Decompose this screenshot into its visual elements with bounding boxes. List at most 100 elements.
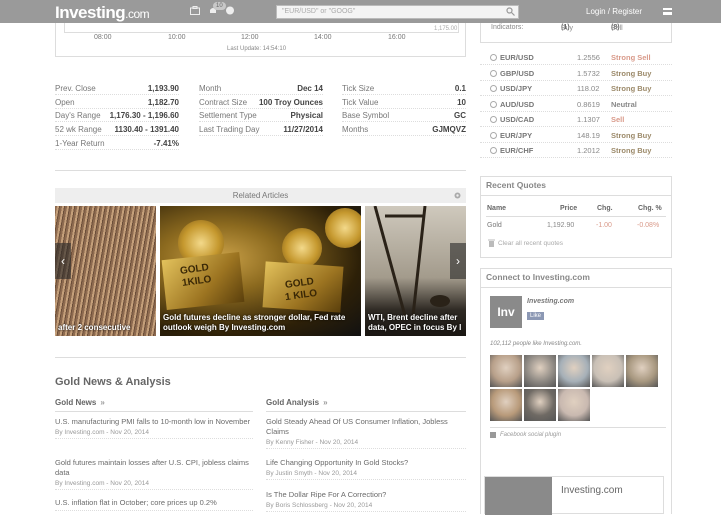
pair-name[interactable]: EUR/USD (500, 53, 534, 62)
stat-label: 1-Year Return (55, 139, 105, 148)
trash-icon[interactable] (488, 239, 495, 247)
analysis-item[interactable]: Gold Steady Ahead Of US Consumer Inflati… (266, 417, 466, 449)
fb-friend-avatar[interactable] (524, 355, 556, 387)
chart-time-tick: 08:00 (94, 34, 112, 41)
fb-page-preview[interactable]: Investing.com (484, 476, 664, 515)
pair-name[interactable]: USD/JPY (500, 84, 532, 93)
clock-icon (490, 85, 497, 92)
stat-value: 1,182.70 (147, 98, 179, 107)
pair-name[interactable]: EUR/CHF (500, 146, 533, 155)
pair-name[interactable]: USD/CAD (500, 115, 534, 124)
gold-coin-image (325, 208, 361, 248)
analysis-meta: By Justin Smyth - Nov 20, 2014 (266, 470, 358, 477)
analysis-title[interactable]: Life Changing Opportunity In Gold Stocks… (266, 458, 466, 468)
pair-name[interactable]: AUD/USD (500, 100, 534, 109)
news-title[interactable]: Gold futures maintain losses after U.S. … (55, 458, 253, 478)
stat-value: Physical (290, 111, 323, 120)
login-register-link[interactable]: Login / Register (586, 7, 642, 16)
search-input[interactable]: "EUR/USD" or "GOOG" (276, 5, 519, 19)
clock-icon (490, 54, 497, 61)
quote-name[interactable]: Gold (487, 222, 502, 229)
pair-price: 1.1307 (577, 115, 600, 124)
indicators-label: Indicators: (491, 24, 524, 31)
fb-friend-avatar[interactable] (490, 389, 522, 421)
chart-time-tick: 14:00 (314, 34, 332, 41)
menu-icon[interactable] (663, 8, 672, 15)
fb-page-name[interactable]: Investing.com (527, 298, 574, 305)
pair-name[interactable]: EUR/JPY (500, 131, 532, 140)
stat-label: Month (199, 84, 222, 93)
gold-news-link[interactable]: Gold News» (55, 398, 105, 407)
col-header: Name (487, 205, 507, 212)
notification-badge: 10 (213, 2, 226, 10)
news-item[interactable]: U.S. inflation flat in October; core pri… (55, 498, 253, 511)
fb-friend-avatar[interactable] (626, 355, 658, 387)
quote-price: 1,192.90 (547, 222, 575, 229)
currency-pair-row[interactable]: EUR/USD 1.2556 Strong Sell (480, 50, 672, 65)
analysis-meta: By Boris Schlossberg - Nov 20, 2014 (266, 502, 373, 509)
news-title[interactable]: U.S. inflation flat in October; core pri… (55, 498, 253, 508)
divider (266, 411, 466, 412)
news-title[interactable]: U.S. manufacturing PMI falls to 10-month… (55, 417, 253, 427)
fb-friend-avatar[interactable] (490, 355, 522, 387)
search-icon[interactable] (506, 7, 515, 16)
chart-price-label: 1,175.00 (434, 26, 458, 32)
fb-friend-avatar[interactable] (558, 355, 590, 387)
article-caption[interactable]: WTI, Brent decline after data, OPEC in f… (368, 313, 464, 333)
fb-like-count: 102,112 people like Investing.com. (490, 341, 582, 347)
section-title: Gold News & Analysis (55, 376, 171, 388)
currency-pair-row[interactable]: EUR/JPY 148.19 Strong Buy (480, 128, 672, 143)
chart-plot-area (64, 23, 459, 33)
fb-friend-avatar[interactable] (524, 389, 556, 421)
currency-pair-row[interactable]: GBP/USD 1.5732 Strong Buy (480, 66, 672, 81)
stat-label: Contract Size (199, 98, 248, 107)
fb-friend-avatar[interactable] (592, 355, 624, 387)
pair-signal: Strong Buy (611, 146, 652, 155)
analysis-meta: By Kenny Fisher - Nov 20, 2014 (266, 439, 359, 446)
analysis-item[interactable]: Is The Dollar Ripe For A Correction? By … (266, 490, 466, 512)
currency-pair-row[interactable]: EUR/CHF 1.2012 Strong Buy (480, 143, 672, 158)
site-logo[interactable]: Investing.com (55, 3, 150, 23)
fb-friend-avatar[interactable] (558, 389, 590, 421)
news-meta: By Investing.com - Nov 20, 2014 (55, 429, 149, 436)
clock-icon (490, 69, 497, 77)
currency-pair-row[interactable]: AUD/USD 0.8619 Neutral (480, 97, 672, 112)
price-chart: 1,175.00 08:00 10:00 12:00 14:00 16:00 L… (55, 23, 466, 57)
pair-name[interactable]: GBP/USD (500, 69, 534, 78)
analysis-item[interactable]: Life Changing Opportunity In Gold Stocks… (266, 458, 466, 480)
pair-price: 0.8619 (577, 99, 600, 109)
col-header: Price (560, 205, 578, 212)
divider (486, 216, 666, 217)
article-caption[interactable]: after 2 consecutive (58, 323, 154, 333)
carousel-next-button[interactable]: › (450, 243, 466, 279)
stat-label: Day's Range (55, 111, 101, 120)
stat-label: Months (342, 125, 369, 134)
stat-value: -7.41% (153, 139, 179, 148)
globe-icon[interactable] (225, 6, 235, 15)
currency-pair-row[interactable]: USD/CAD 1.1307 Sell (480, 112, 672, 127)
portfolio-icon[interactable] (190, 6, 200, 15)
stat-value: 100 Troy Ounces (258, 98, 323, 107)
carousel-prev-button[interactable]: ‹ (55, 243, 71, 279)
fb-like-button[interactable]: Like (527, 312, 545, 320)
fb-preview-name[interactable]: Investing.com (561, 485, 623, 496)
news-item[interactable]: U.S. manufacturing PMI falls to 10-month… (55, 417, 253, 439)
analysis-title[interactable]: Gold Steady Ahead Of US Consumer Inflati… (266, 417, 466, 437)
gold-analysis-link[interactable]: Gold Analysis» (266, 398, 328, 407)
quote-change-pct: -0.08% (637, 222, 660, 229)
stat-label: Open (55, 98, 75, 107)
pair-signal: Strong Buy (611, 130, 652, 140)
stat-value: 1,176.30 - 1,196.60 (109, 111, 179, 120)
stat-value: 11/27/2014 (283, 125, 323, 134)
news-item[interactable]: Gold futures maintain losses after U.S. … (55, 458, 253, 490)
currency-pair-row[interactable]: USD/JPY 118.02 Strong Buy (480, 81, 672, 96)
pair-signal: Sell (611, 115, 625, 124)
article-slide[interactable]: GOLD 1KILO GOLD 1 KILO Gold futures decl… (160, 206, 361, 336)
article-caption[interactable]: Gold futures decline as stronger dollar,… (163, 313, 359, 333)
pair-signal: Strong Sell (611, 53, 651, 62)
investing-fb-logo[interactable]: Inv (490, 296, 522, 328)
analysis-title[interactable]: Is The Dollar Ripe For A Correction? (266, 490, 466, 500)
clock-icon (490, 116, 497, 123)
clear-recent-quotes-link[interactable]: Clear all recent quotes (498, 240, 563, 247)
pair-price: 1.5732 (577, 68, 600, 78)
